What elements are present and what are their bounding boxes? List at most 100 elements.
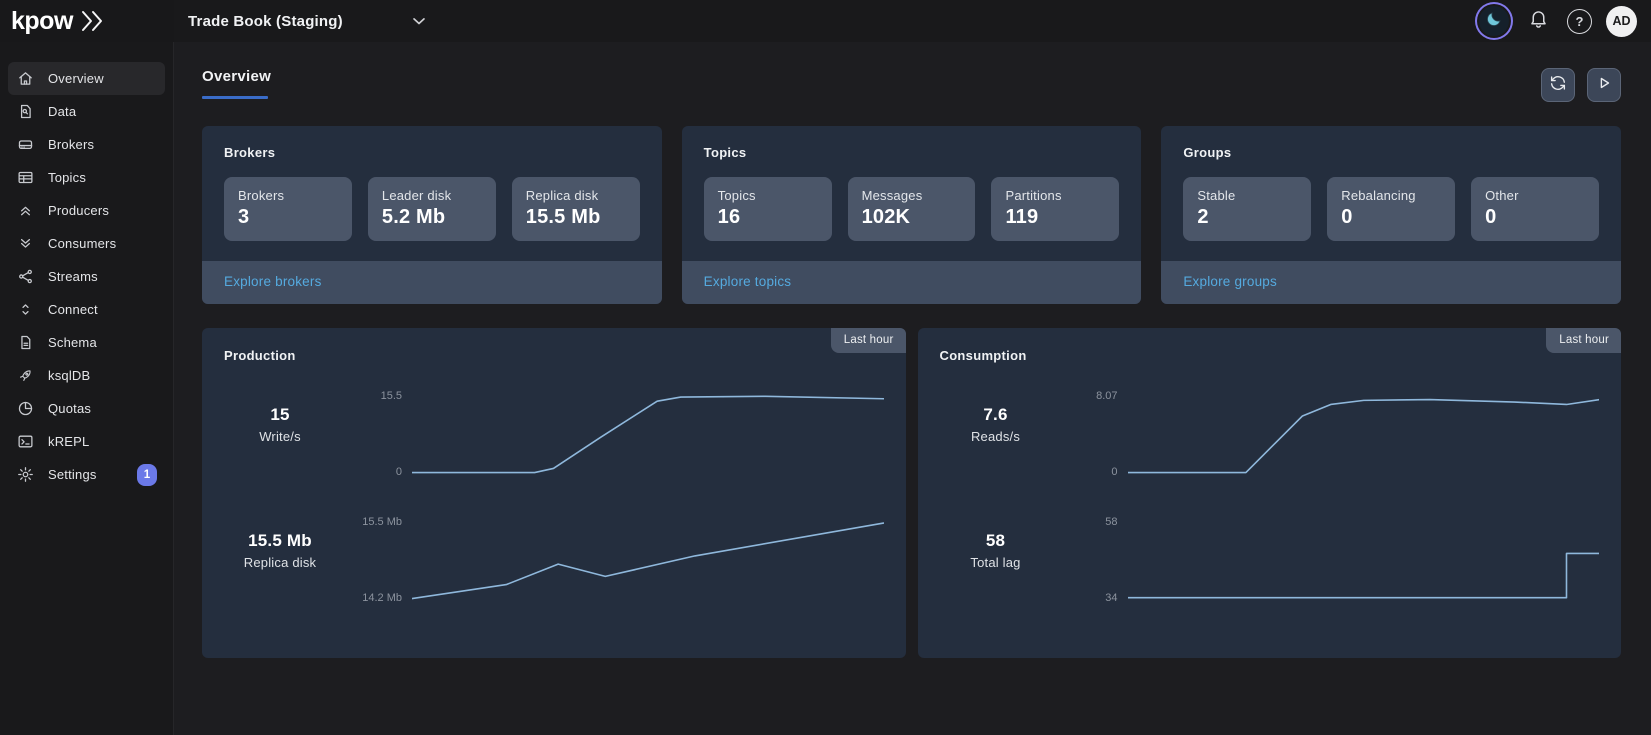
- chart-title: Production: [224, 348, 884, 363]
- stat-value: 3: [238, 206, 338, 229]
- axis-max: 8.07: [1096, 391, 1117, 402]
- stat-label: Partitions: [1005, 188, 1105, 203]
- moon-icon: [1485, 10, 1503, 33]
- card-title: Groups: [1183, 145, 1599, 160]
- sidebar-item-producers[interactable]: Producers: [8, 194, 165, 227]
- metric-value: 58: [940, 531, 1052, 551]
- refresh-button[interactable]: [1541, 68, 1575, 102]
- y-axis-labels: 58 34: [1052, 519, 1128, 601]
- sidebar-item-label: Settings: [48, 467, 97, 482]
- replica-disk-sparkline: [412, 519, 884, 601]
- chart-cards-row: Last hour Production 15 Write/s 15.5: [202, 328, 1621, 658]
- tab-indicator: [202, 96, 268, 99]
- reads-chart-row: 7.6 Reads/s 8.07 0: [940, 393, 1600, 475]
- chevron-down-icon: [409, 11, 429, 31]
- explore-groups-link[interactable]: Explore groups: [1183, 274, 1277, 289]
- sidebar-item-overview[interactable]: Overview: [8, 62, 165, 95]
- metric-value: 15: [224, 405, 336, 425]
- card-title: Topics: [704, 145, 1120, 160]
- sidebar-item-brokers[interactable]: Brokers: [8, 128, 165, 161]
- groups-card: Groups Stable 2 Rebalancing 0 Ot: [1161, 126, 1621, 304]
- stat-tile: Other 0: [1471, 177, 1599, 241]
- help-button[interactable]: ?: [1567, 9, 1592, 34]
- sidebar-item-label: Brokers: [48, 137, 94, 152]
- card-footer: Explore topics: [682, 261, 1142, 304]
- sidebar-item-label: Overview: [48, 71, 104, 86]
- sidebar-item-streams[interactable]: Streams: [8, 260, 165, 293]
- y-axis-labels: 8.07 0: [1052, 393, 1128, 475]
- page-title: Overview: [202, 68, 271, 85]
- main-content: Overview: [174, 42, 1651, 735]
- axis-min: 0: [396, 467, 402, 478]
- chevrons-up-icon: [17, 202, 34, 219]
- stat-label: Topics: [718, 188, 818, 203]
- sidebar-item-label: ksqlDB: [48, 368, 90, 383]
- sidebar-item-quotas[interactable]: Quotas: [8, 392, 165, 425]
- stat-label: Stable: [1197, 188, 1297, 203]
- explore-brokers-link[interactable]: Explore brokers: [224, 274, 322, 289]
- app-root: kpow Trade Book (Staging): [0, 0, 1651, 735]
- avatar-initials: AD: [1612, 14, 1630, 28]
- stat-value: 0: [1341, 206, 1441, 229]
- stat-label: Replica disk: [526, 188, 626, 203]
- sidebar-item-consumers[interactable]: Consumers: [8, 227, 165, 260]
- sidebar-item-topics[interactable]: Topics: [8, 161, 165, 194]
- refresh-icon: [1549, 74, 1567, 97]
- sidebar-item-connect[interactable]: Connect: [8, 293, 165, 326]
- sidebar-item-data[interactable]: Data: [8, 95, 165, 128]
- stat-label: Brokers: [238, 188, 338, 203]
- stat-value: 5.2 Mb: [382, 206, 482, 229]
- sidebar-item-krepl[interactable]: kREPL: [8, 425, 165, 458]
- stat-value: 119: [1005, 206, 1105, 229]
- play-button[interactable]: [1587, 68, 1621, 102]
- sidebar-item-ksqldb[interactable]: ksqlDB: [8, 359, 165, 392]
- stat-tile: Brokers 3: [224, 177, 352, 241]
- settings-badge: 1: [137, 464, 157, 486]
- play-icon: [1595, 74, 1613, 97]
- time-range-badge: Last hour: [831, 328, 906, 353]
- stat-value: 2: [1197, 206, 1297, 229]
- theme-toggle-button[interactable]: [1479, 6, 1509, 36]
- kpow-logo[interactable]: kpow: [0, 0, 174, 42]
- reads-sparkline: [1128, 393, 1600, 475]
- writes-sparkline: [412, 393, 884, 475]
- sidebar-item-label: Quotas: [48, 401, 91, 416]
- pie-chart-icon: [17, 400, 34, 417]
- y-axis-labels: 15.5 Mb 14.2 Mb: [336, 519, 412, 601]
- stat-label: Messages: [862, 188, 962, 203]
- summary-cards-row: Brokers Brokers 3 Leader disk 5.2 Mb: [202, 126, 1621, 304]
- stat-tile: Partitions 119: [991, 177, 1119, 241]
- stat-tile: Leader disk 5.2 Mb: [368, 177, 496, 241]
- document-icon: [17, 334, 34, 351]
- notifications-button[interactable]: [1523, 6, 1553, 36]
- stat-value: 15.5 Mb: [526, 206, 626, 229]
- axis-max: 58: [1105, 517, 1117, 528]
- sidebar-item-schema[interactable]: Schema: [8, 326, 165, 359]
- logo-double-chevron-icon: [78, 9, 108, 33]
- explore-topics-link[interactable]: Explore topics: [704, 274, 792, 289]
- total-lag-chart-row: 58 Total lag 58 34: [940, 519, 1600, 601]
- share-network-icon: [17, 268, 34, 285]
- consumption-chart-card: Last hour Consumption 7.6 Reads/s 8.07: [918, 328, 1622, 658]
- avatar[interactable]: AD: [1606, 6, 1637, 37]
- card-footer: Explore groups: [1161, 261, 1621, 304]
- axis-min: 14.2 Mb: [362, 593, 402, 604]
- sidebar-item-label: kREPL: [48, 434, 89, 449]
- home-icon: [17, 70, 34, 87]
- topbar: kpow Trade Book (Staging): [0, 0, 1651, 42]
- y-axis-labels: 15.5 0: [336, 393, 412, 475]
- topbar-actions: ? AD: [1479, 6, 1651, 37]
- sidebar-item-settings[interactable]: Settings 1: [8, 458, 165, 491]
- stat-label: Other: [1485, 188, 1585, 203]
- active-tab-overview[interactable]: Overview: [202, 68, 271, 99]
- environment-name: Trade Book (Staging): [188, 13, 343, 30]
- environment-selector[interactable]: Trade Book (Staging): [188, 11, 429, 31]
- axis-min: 34: [1105, 593, 1117, 604]
- stat-tile: Rebalancing 0: [1327, 177, 1455, 241]
- time-range-badge: Last hour: [1546, 328, 1621, 353]
- file-search-icon: [17, 103, 34, 120]
- drive-icon: [17, 136, 34, 153]
- axis-max: 15.5: [381, 391, 402, 402]
- sidebar-item-label: Producers: [48, 203, 109, 218]
- sidebar-item-label: Topics: [48, 170, 86, 185]
